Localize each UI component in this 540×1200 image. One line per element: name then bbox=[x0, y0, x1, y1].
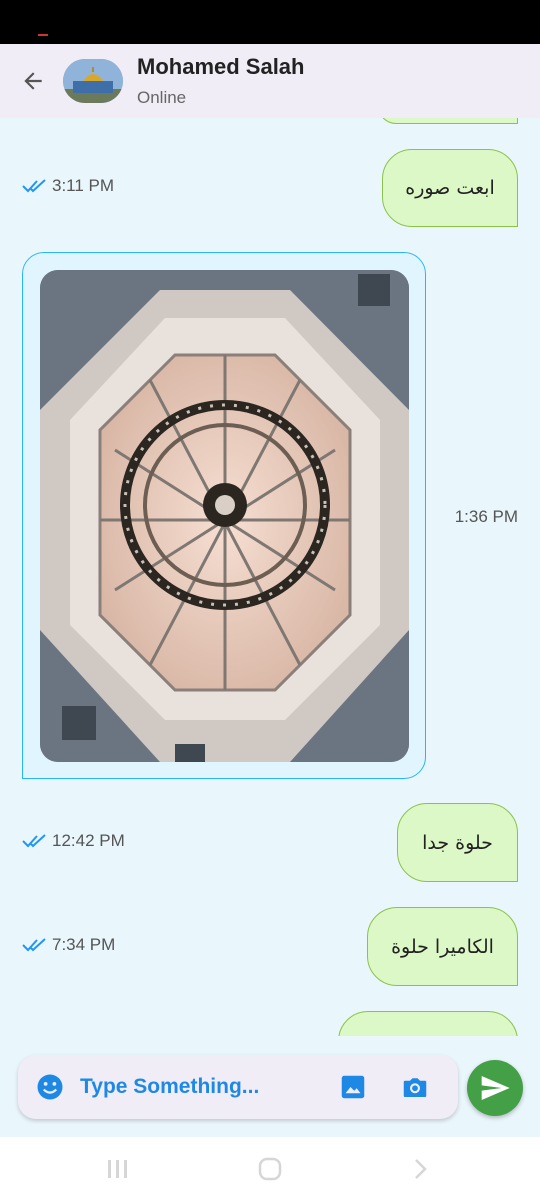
notification-dot bbox=[38, 34, 48, 36]
emoji-button[interactable] bbox=[35, 1072, 65, 1102]
message-meta: 3:11 PM bbox=[22, 176, 114, 196]
camera-button[interactable] bbox=[400, 1072, 430, 1102]
arrow-back-icon bbox=[24, 72, 42, 90]
emoji-icon bbox=[37, 1074, 63, 1100]
recents-button[interactable] bbox=[104, 1155, 132, 1183]
chandelier-image-icon bbox=[40, 270, 409, 762]
message-time: 7:34 PM bbox=[52, 935, 116, 954]
message-bubble-partial bbox=[378, 118, 518, 124]
contact-name: Mohamed Salah bbox=[137, 54, 305, 79]
message-text: الكاميرا حلوة bbox=[391, 935, 494, 958]
chat-list[interactable]: ابعت صوره 3:11 PM 1:36 PM حلوة جدا 12:42… bbox=[0, 118, 540, 1036]
send-icon bbox=[481, 1076, 510, 1100]
double-check-icon bbox=[22, 833, 48, 849]
message-meta: 7:34 PM bbox=[22, 935, 115, 955]
nav-back-icon bbox=[415, 1159, 427, 1179]
dome-photo-icon bbox=[63, 59, 123, 103]
message-time: 3:11 PM bbox=[52, 176, 115, 195]
image-icon bbox=[341, 1075, 365, 1099]
message-bubble[interactable]: حلوة جدا bbox=[397, 803, 518, 882]
status-bar bbox=[0, 0, 540, 44]
message-bubble-partial bbox=[338, 1011, 518, 1036]
home-icon bbox=[258, 1157, 282, 1181]
recents-icon bbox=[108, 1160, 127, 1178]
message-time: 12:42 PM bbox=[52, 831, 125, 850]
gallery-button[interactable] bbox=[338, 1072, 368, 1102]
avatar[interactable] bbox=[63, 59, 123, 103]
composer bbox=[18, 1055, 458, 1119]
double-check-icon bbox=[22, 178, 48, 194]
contact-status: Online bbox=[137, 88, 187, 107]
app-bar: Mohamed Salah Online bbox=[0, 44, 540, 118]
nav-back-button[interactable] bbox=[406, 1155, 434, 1183]
message-time: 1:36 PM bbox=[454, 507, 518, 526]
chandelier-photo[interactable] bbox=[40, 270, 409, 762]
message-text: حلوة جدا bbox=[422, 831, 493, 854]
message-input[interactable] bbox=[80, 1069, 330, 1105]
back-button[interactable] bbox=[14, 62, 52, 100]
system-navigation-bar bbox=[0, 1137, 540, 1200]
image-message-bubble[interactable] bbox=[22, 252, 426, 779]
message-bubble[interactable]: الكاميرا حلوة bbox=[367, 907, 518, 986]
send-button[interactable] bbox=[467, 1060, 523, 1116]
camera-icon bbox=[403, 1078, 427, 1097]
message-text: ابعت صوره bbox=[405, 177, 495, 199]
message-bubble[interactable]: ابعت صوره bbox=[382, 149, 518, 227]
double-check-icon bbox=[22, 937, 48, 953]
message-meta: 12:42 PM bbox=[22, 831, 125, 851]
home-button[interactable] bbox=[256, 1155, 284, 1183]
